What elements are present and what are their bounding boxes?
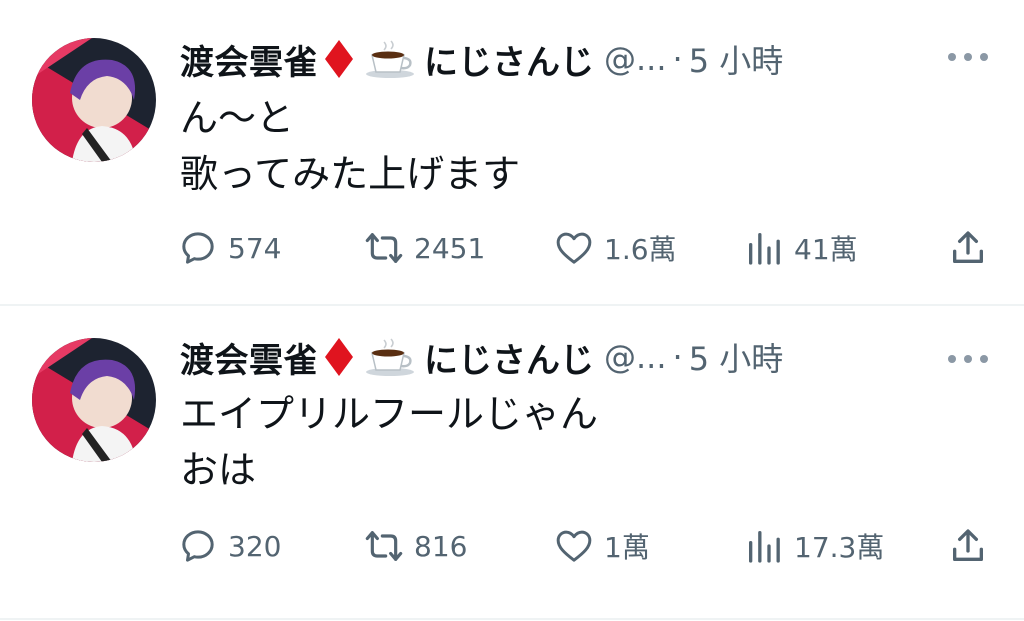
heart-icon xyxy=(556,232,592,264)
views-button[interactable]: 41萬 xyxy=(744,228,858,268)
share-icon xyxy=(953,529,983,561)
separator-dot: · xyxy=(672,338,683,376)
retweet-count: 816 xyxy=(414,529,468,563)
view-count: 41萬 xyxy=(794,233,858,266)
timestamp[interactable]: 5 小時 xyxy=(689,36,784,82)
author-handle[interactable]: @... xyxy=(604,40,667,78)
tweet-actions: 320 816 1萬 17.3萬 xyxy=(178,526,998,566)
reply-count: 574 xyxy=(228,231,282,265)
tweet[interactable]: 渡会雲雀 にじさんじ @... · 5 小時 ん～と 歌ってみた上げます 574 xyxy=(0,0,1024,305)
retweet-button[interactable]: 2451 xyxy=(364,228,485,268)
more-dots-icon[interactable] xyxy=(948,354,988,364)
view-count: 17.3萬 xyxy=(794,531,885,564)
coffee-cup-emoji xyxy=(360,39,416,79)
tweet-divider xyxy=(0,618,1024,620)
reply-button[interactable]: 320 xyxy=(178,526,281,566)
share-icon xyxy=(953,231,983,263)
retweet-button[interactable]: 816 xyxy=(364,526,467,566)
heart-icon xyxy=(556,530,592,562)
share-button[interactable] xyxy=(948,526,988,566)
like-button[interactable]: 1.6萬 xyxy=(554,228,677,268)
author-name[interactable]: 渡会雲雀 xyxy=(180,35,318,84)
like-count: 1萬 xyxy=(604,531,650,564)
red-diamond-emoji xyxy=(324,39,354,79)
tweet-text-line: エイプリルフールじゃん xyxy=(180,392,599,436)
retweet-icon xyxy=(365,233,403,263)
bar-chart-icon xyxy=(749,531,780,563)
timestamp[interactable]: 5 小時 xyxy=(689,334,784,380)
tweet-text: エイプリルフールじゃん おは xyxy=(180,386,598,498)
red-diamond-emoji xyxy=(324,337,354,377)
share-button[interactable] xyxy=(948,228,988,268)
tweet-header: 渡会雲雀 にじさんじ @... · 5 小時 xyxy=(180,34,994,84)
author-affiliation: にじさんじ xyxy=(424,340,594,381)
reply-count: 320 xyxy=(228,529,282,563)
separator-dot: · xyxy=(672,40,683,78)
retweet-icon xyxy=(365,531,403,561)
bar-chart-icon xyxy=(749,233,780,265)
reply-button[interactable]: 574 xyxy=(178,228,281,268)
like-button[interactable]: 1萬 xyxy=(554,526,650,566)
tweet[interactable]: 渡会雲雀 にじさんじ @... · 5 小時 エイプリルフールじゃん おは 32… xyxy=(0,306,1024,618)
avatar[interactable] xyxy=(32,38,156,162)
like-count: 1.6萬 xyxy=(604,233,677,266)
author-name[interactable]: 渡会雲雀 xyxy=(180,333,318,382)
tweet-text-line: 歌ってみた上げます xyxy=(180,152,521,196)
retweet-count: 2451 xyxy=(414,231,486,265)
views-button[interactable]: 17.3萬 xyxy=(744,526,884,566)
avatar[interactable] xyxy=(32,338,156,462)
coffee-cup-emoji xyxy=(360,337,416,377)
more-dots-icon[interactable] xyxy=(948,52,988,62)
author-handle[interactable]: @... xyxy=(604,338,667,376)
author-affiliation: にじさんじ xyxy=(424,42,594,83)
tweet-text-line: ん～と xyxy=(180,96,295,140)
tweet-actions: 574 2451 1.6萬 41萬 xyxy=(178,228,998,268)
reply-icon xyxy=(182,232,214,264)
tweet-text: ん～と 歌ってみた上げます xyxy=(180,90,520,202)
tweet-header: 渡会雲雀 にじさんじ @... · 5 小時 xyxy=(180,332,994,382)
tweet-text-line: おは xyxy=(180,448,257,492)
reply-icon xyxy=(182,530,214,562)
